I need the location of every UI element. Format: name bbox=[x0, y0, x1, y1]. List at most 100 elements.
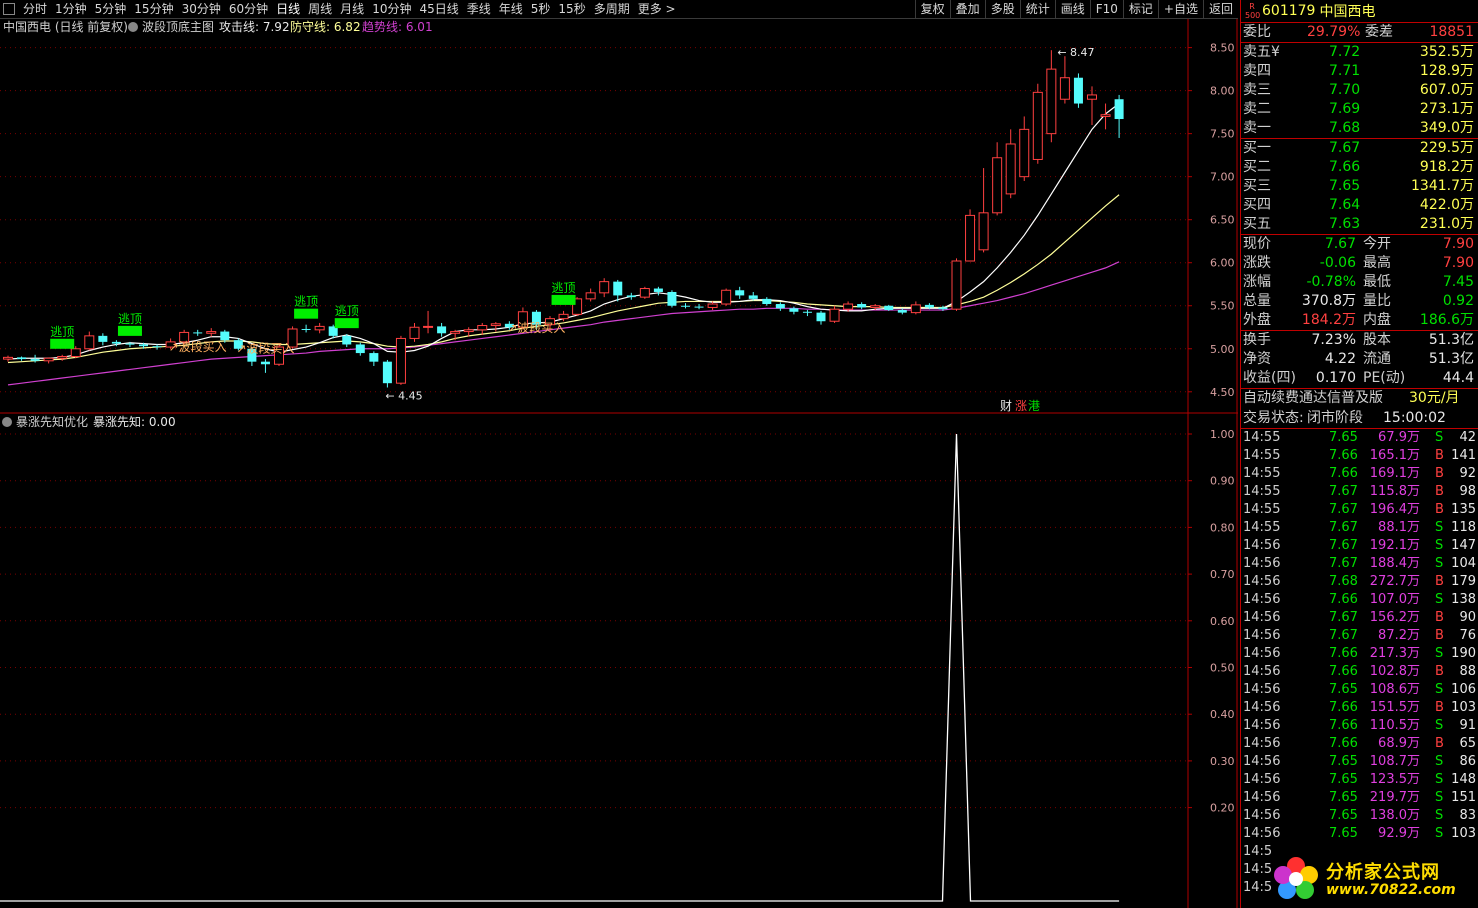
bid-row[interactable]: 买二 7.66 918.2万 bbox=[1241, 158, 1478, 177]
sub-y-tick-label: 0.50 bbox=[1210, 662, 1235, 675]
tick-row: 14:55 7.67 115.8万 B 98 bbox=[1241, 483, 1478, 501]
ask-row[interactable]: 卖二 7.69 273.1万 bbox=[1241, 100, 1478, 119]
bid-row[interactable]: 买五 7.63 231.0万 bbox=[1241, 215, 1478, 234]
candle-body bbox=[558, 313, 569, 320]
period-tab-12[interactable]: 年线 bbox=[495, 0, 527, 18]
toolbar-button-2[interactable]: 多股 bbox=[984, 0, 1020, 18]
badge-cai[interactable]: 财 bbox=[1000, 399, 1012, 413]
period-tab-10[interactable]: 45日线 bbox=[415, 0, 462, 18]
period-tab-4[interactable]: 30分钟 bbox=[178, 0, 225, 18]
period-tab-2[interactable]: 5分钟 bbox=[91, 0, 131, 18]
tick-time: 14:55 bbox=[1243, 484, 1281, 499]
period-tab-1[interactable]: 1分钟 bbox=[51, 0, 91, 18]
bid-price: 7.65 bbox=[1329, 178, 1361, 194]
bid-row[interactable]: 买一 7.67 229.5万 bbox=[1241, 139, 1478, 158]
tick-volume: 92.9万 bbox=[1378, 826, 1420, 841]
tick-side: S bbox=[1435, 808, 1444, 823]
ask-row[interactable]: 卖四 7.71 128.9万 bbox=[1241, 62, 1478, 81]
period-tab-14[interactable]: 15秒 bbox=[554, 0, 589, 18]
share-value: 7.23% bbox=[1311, 332, 1356, 348]
candle-body bbox=[3, 356, 13, 360]
tick-list[interactable]: 14:55 7.65 67.9万 S 42 14:55 7.66 165.1万 B 141 14:5… bbox=[1241, 428, 1478, 897]
tick-row: 14:55 7.66 165.1万 B 141 bbox=[1241, 447, 1478, 465]
stat-row: 涨跌 -0.06 最高 7.90 bbox=[1241, 254, 1478, 273]
toolbar-button-6[interactable]: 标记 bbox=[1122, 0, 1158, 18]
window-menu-icon[interactable] bbox=[3, 3, 15, 15]
escape-top-marker bbox=[334, 318, 359, 329]
tick-side: B bbox=[1435, 664, 1444, 679]
candle-body bbox=[152, 346, 162, 348]
ad-price[interactable]: 30元/月 bbox=[1409, 389, 1460, 408]
tick-volume: 192.1万 bbox=[1369, 538, 1420, 553]
tick-volume: 156.2万 bbox=[1369, 610, 1420, 625]
toolbar-button-3[interactable]: 统计 bbox=[1019, 0, 1055, 18]
bid-volume: 229.5万 bbox=[1419, 140, 1474, 156]
sub-y-tick-label: 0.80 bbox=[1210, 521, 1235, 534]
toolbar-button-7[interactable]: +自选 bbox=[1157, 0, 1203, 18]
ask-row[interactable]: 卖五¥ 7.72 352.5万 bbox=[1241, 43, 1478, 62]
tick-row: 14:56 7.65 108.7万 S 86 bbox=[1241, 753, 1478, 771]
period-tab-3[interactable]: 15分钟 bbox=[130, 0, 177, 18]
candle-body bbox=[1073, 77, 1083, 104]
stat-value: 184.2万 bbox=[1301, 312, 1356, 328]
toolbar-button-0[interactable]: 复权 bbox=[914, 0, 950, 18]
bid-row[interactable]: 买四 7.64 422.0万 bbox=[1241, 196, 1478, 215]
ask-row[interactable]: 卖三 7.70 607.0万 bbox=[1241, 81, 1478, 100]
tick-price: 7.67 bbox=[1329, 520, 1358, 535]
tick-count: 147 bbox=[1451, 538, 1476, 553]
period-tab-8[interactable]: 月线 bbox=[336, 0, 368, 18]
stock-code: 601179 bbox=[1262, 3, 1316, 19]
ask-row[interactable]: 卖一 7.68 349.0万 bbox=[1241, 119, 1478, 138]
candle-body bbox=[139, 344, 148, 347]
kline-chart[interactable]: 8.50 8.00 7.50 7.00 6.50 6.00 5.50 5.00 4.50 中国西电… bbox=[0, 19, 1238, 908]
candle-body bbox=[884, 305, 894, 311]
period-tab-5[interactable]: 60分钟 bbox=[225, 0, 272, 18]
y-tick-label: 7.50 bbox=[1210, 128, 1235, 141]
badge-zhang[interactable]: 涨 bbox=[1015, 398, 1027, 413]
tick-side: B bbox=[1435, 628, 1444, 643]
period-tab-16[interactable]: 更多 > bbox=[634, 0, 680, 18]
tick-row: 14:56 7.67 156.2万 B 90 bbox=[1241, 609, 1478, 627]
sub-y-tick-label: 0.90 bbox=[1210, 475, 1235, 488]
indicator-menu-icon[interactable] bbox=[128, 22, 138, 32]
stock-name: 中国西电 bbox=[1319, 4, 1376, 20]
toolbar-button-5[interactable]: F10 bbox=[1089, 0, 1123, 18]
ad-row[interactable]: 自动续费通达信普及版 30元/月 bbox=[1241, 388, 1478, 409]
stat-row: 外盘 184.2万 内盘 186.6万 bbox=[1241, 311, 1478, 330]
period-tab-11[interactable]: 季线 bbox=[463, 0, 495, 18]
period-tab-15[interactable]: 多周期 bbox=[590, 0, 634, 18]
tick-count: 179 bbox=[1451, 574, 1476, 589]
period-tab-0[interactable]: 分时 bbox=[19, 0, 51, 18]
period-tab-6[interactable]: 日线 bbox=[272, 0, 304, 18]
tick-time: 14:56 bbox=[1243, 808, 1281, 823]
tick-side: S bbox=[1435, 718, 1444, 733]
candle-body bbox=[98, 335, 108, 342]
stat-value: 7.90 bbox=[1442, 255, 1474, 271]
candle-body bbox=[30, 359, 40, 361]
toolbar-button-4[interactable]: 画线 bbox=[1054, 0, 1090, 18]
toolbar-button-1[interactable]: 叠加 bbox=[949, 0, 985, 18]
bid-row[interactable]: 买三 7.65 1341.7万 bbox=[1241, 177, 1478, 196]
tick-side: S bbox=[1435, 682, 1444, 697]
stat-label: 今开 bbox=[1363, 236, 1391, 252]
tick-side: S bbox=[1435, 646, 1444, 661]
period-tab-7[interactable]: 周线 bbox=[304, 0, 336, 18]
tick-row: 14:56 7.66 102.8万 B 88 bbox=[1241, 663, 1478, 681]
quote-panel: R 500 601179 中国西电 委比 29.79% 委差 18851 卖五¥ 7… bbox=[1240, 0, 1478, 908]
toolbar-button-8[interactable]: 返回 bbox=[1202, 0, 1238, 18]
ad-text[interactable]: 自动续费通达信普及版 bbox=[1243, 389, 1383, 408]
badge-gang[interactable]: 港 bbox=[1028, 399, 1040, 413]
ask-label: 卖二 bbox=[1243, 101, 1271, 117]
wave-buy-label: ↗波段买入 bbox=[236, 340, 294, 355]
tick-volume: 219.7万 bbox=[1369, 790, 1420, 805]
period-tab-9[interactable]: 10分钟 bbox=[368, 0, 415, 18]
tick-side: B bbox=[1435, 700, 1444, 715]
period-toolbar: 分时 1分钟 5分钟 15分钟 30分钟 60分钟 日线 周线 月线 10分钟 45日线 季线 年线 5秒… bbox=[0, 0, 1238, 19]
tick-row: 14:56 7.67 188.4万 S 104 bbox=[1241, 555, 1478, 573]
candle-body bbox=[599, 281, 610, 294]
ask-price: 7.69 bbox=[1329, 101, 1361, 117]
sub-indicator-menu-icon[interactable] bbox=[2, 417, 12, 427]
tick-count: 83 bbox=[1459, 808, 1476, 823]
tick-time: 14:56 bbox=[1243, 772, 1281, 787]
period-tab-13[interactable]: 5秒 bbox=[527, 0, 555, 18]
